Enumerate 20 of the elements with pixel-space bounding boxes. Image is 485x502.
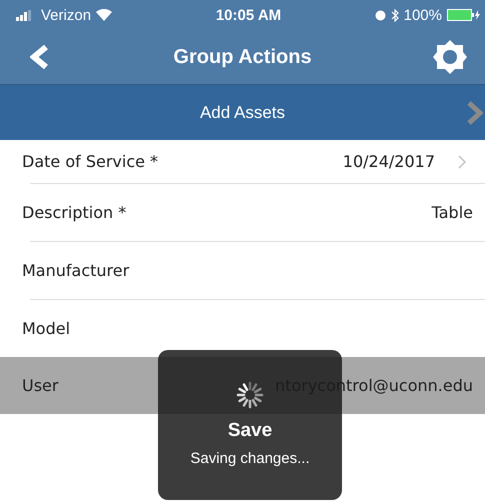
screen-title: Group Actions [173, 46, 312, 68]
battery-percent: 100% [404, 6, 442, 24]
settings-button[interactable] [433, 39, 467, 75]
overlay-message: Saving changes... [190, 450, 310, 467]
field-value: 10/24/2017 [342, 152, 435, 171]
spinner-icon [235, 380, 265, 410]
bluetooth-icon [390, 8, 399, 22]
field-label: Model [22, 319, 72, 338]
field-value: Table [432, 203, 473, 222]
clock-time: 10:05 AM [216, 6, 282, 24]
overlay-title: Save [228, 420, 272, 442]
field-label: Manufacturer [22, 261, 130, 280]
add-assets-button[interactable]: Add Assets [0, 84, 485, 140]
field-label: Description * [22, 203, 128, 222]
carrier-name: Verizon [41, 6, 92, 24]
wifi-icon [96, 9, 112, 21]
field-label: Date of Service * [22, 152, 160, 171]
chevron-icon [467, 101, 483, 125]
field-label: User [22, 376, 60, 395]
battery-icon [447, 9, 481, 21]
